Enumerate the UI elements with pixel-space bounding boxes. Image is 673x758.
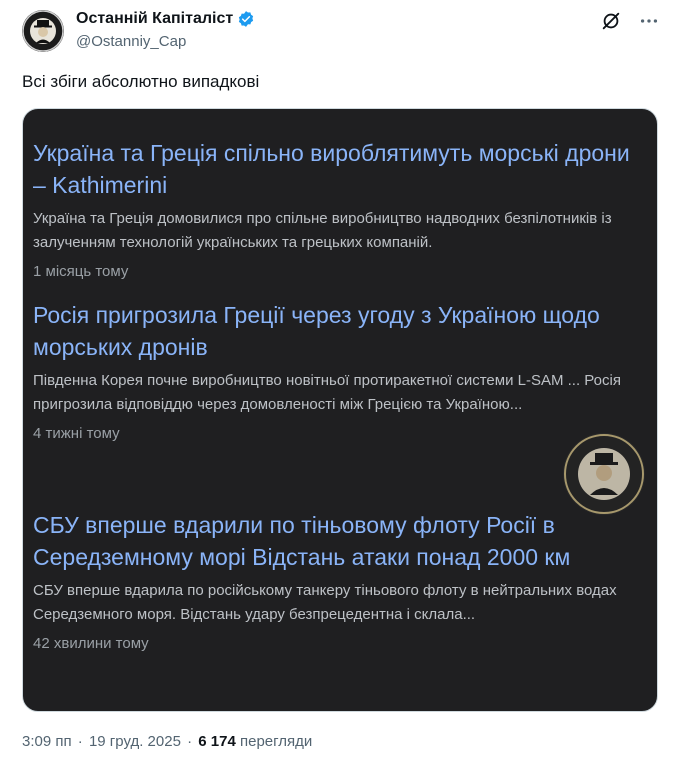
article-time: 42 хвилини тому <box>33 635 149 652</box>
avatar[interactable] <box>22 10 64 52</box>
news-article-2: Росія пригрозила Греції через угоду з Ук… <box>33 299 647 442</box>
article-time: 1 місяць тому <box>33 263 129 280</box>
article-title: Росія пригрозила Греції через угоду з Ук… <box>33 302 600 360</box>
post-date[interactable]: 19 груд. 2025 <box>89 733 181 750</box>
views-label: перегляди <box>239 733 313 750</box>
news-article-1: Україна та Греція спільно вироблятимуть … <box>33 137 647 280</box>
tweet-header: Останній Капіталіст @Ostanniy_Cap <box>22 8 662 54</box>
grok-icon[interactable] <box>600 10 622 32</box>
article-title: СБУ вперше вдарили по тіньовому флоту Ро… <box>33 512 571 570</box>
news-article-3: СБУ вперше вдарили по тіньовому флоту Ро… <box>33 509 647 652</box>
tweet-text: Всі збіги абсолютно випадкові <box>22 72 260 91</box>
display-name[interactable]: Останній Капіталіст <box>76 10 233 28</box>
more-icon[interactable] <box>638 10 660 32</box>
article-time: 4 тижні тому <box>33 425 120 442</box>
views-count[interactable]: 6 174 <box>198 733 236 750</box>
article-snippet: Україна та Греція домовилися про спільне… <box>33 210 612 251</box>
author-handle[interactable]: @Ostanniy_Cap <box>76 33 255 50</box>
article-title: Україна та Греція спільно вироблятимуть … <box>33 140 630 198</box>
tweet-footer: 3:09 пп · 19 груд. 2025 · 6 174 перегляд… <box>22 733 313 750</box>
verified-badge-icon <box>237 10 255 28</box>
author-block: Останній Капіталіст @Ostanniy_Cap <box>76 8 255 50</box>
watermark-logo <box>563 433 645 515</box>
tweet-media-image[interactable]: Україна та Греція спільно вироблятимуть … <box>22 108 658 712</box>
article-snippet: Південна Корея почне виробництво новітнь… <box>33 372 621 413</box>
article-snippet: СБУ вперше вдарила по російському танкер… <box>33 582 617 623</box>
post-time[interactable]: 3:09 пп <box>22 733 72 750</box>
